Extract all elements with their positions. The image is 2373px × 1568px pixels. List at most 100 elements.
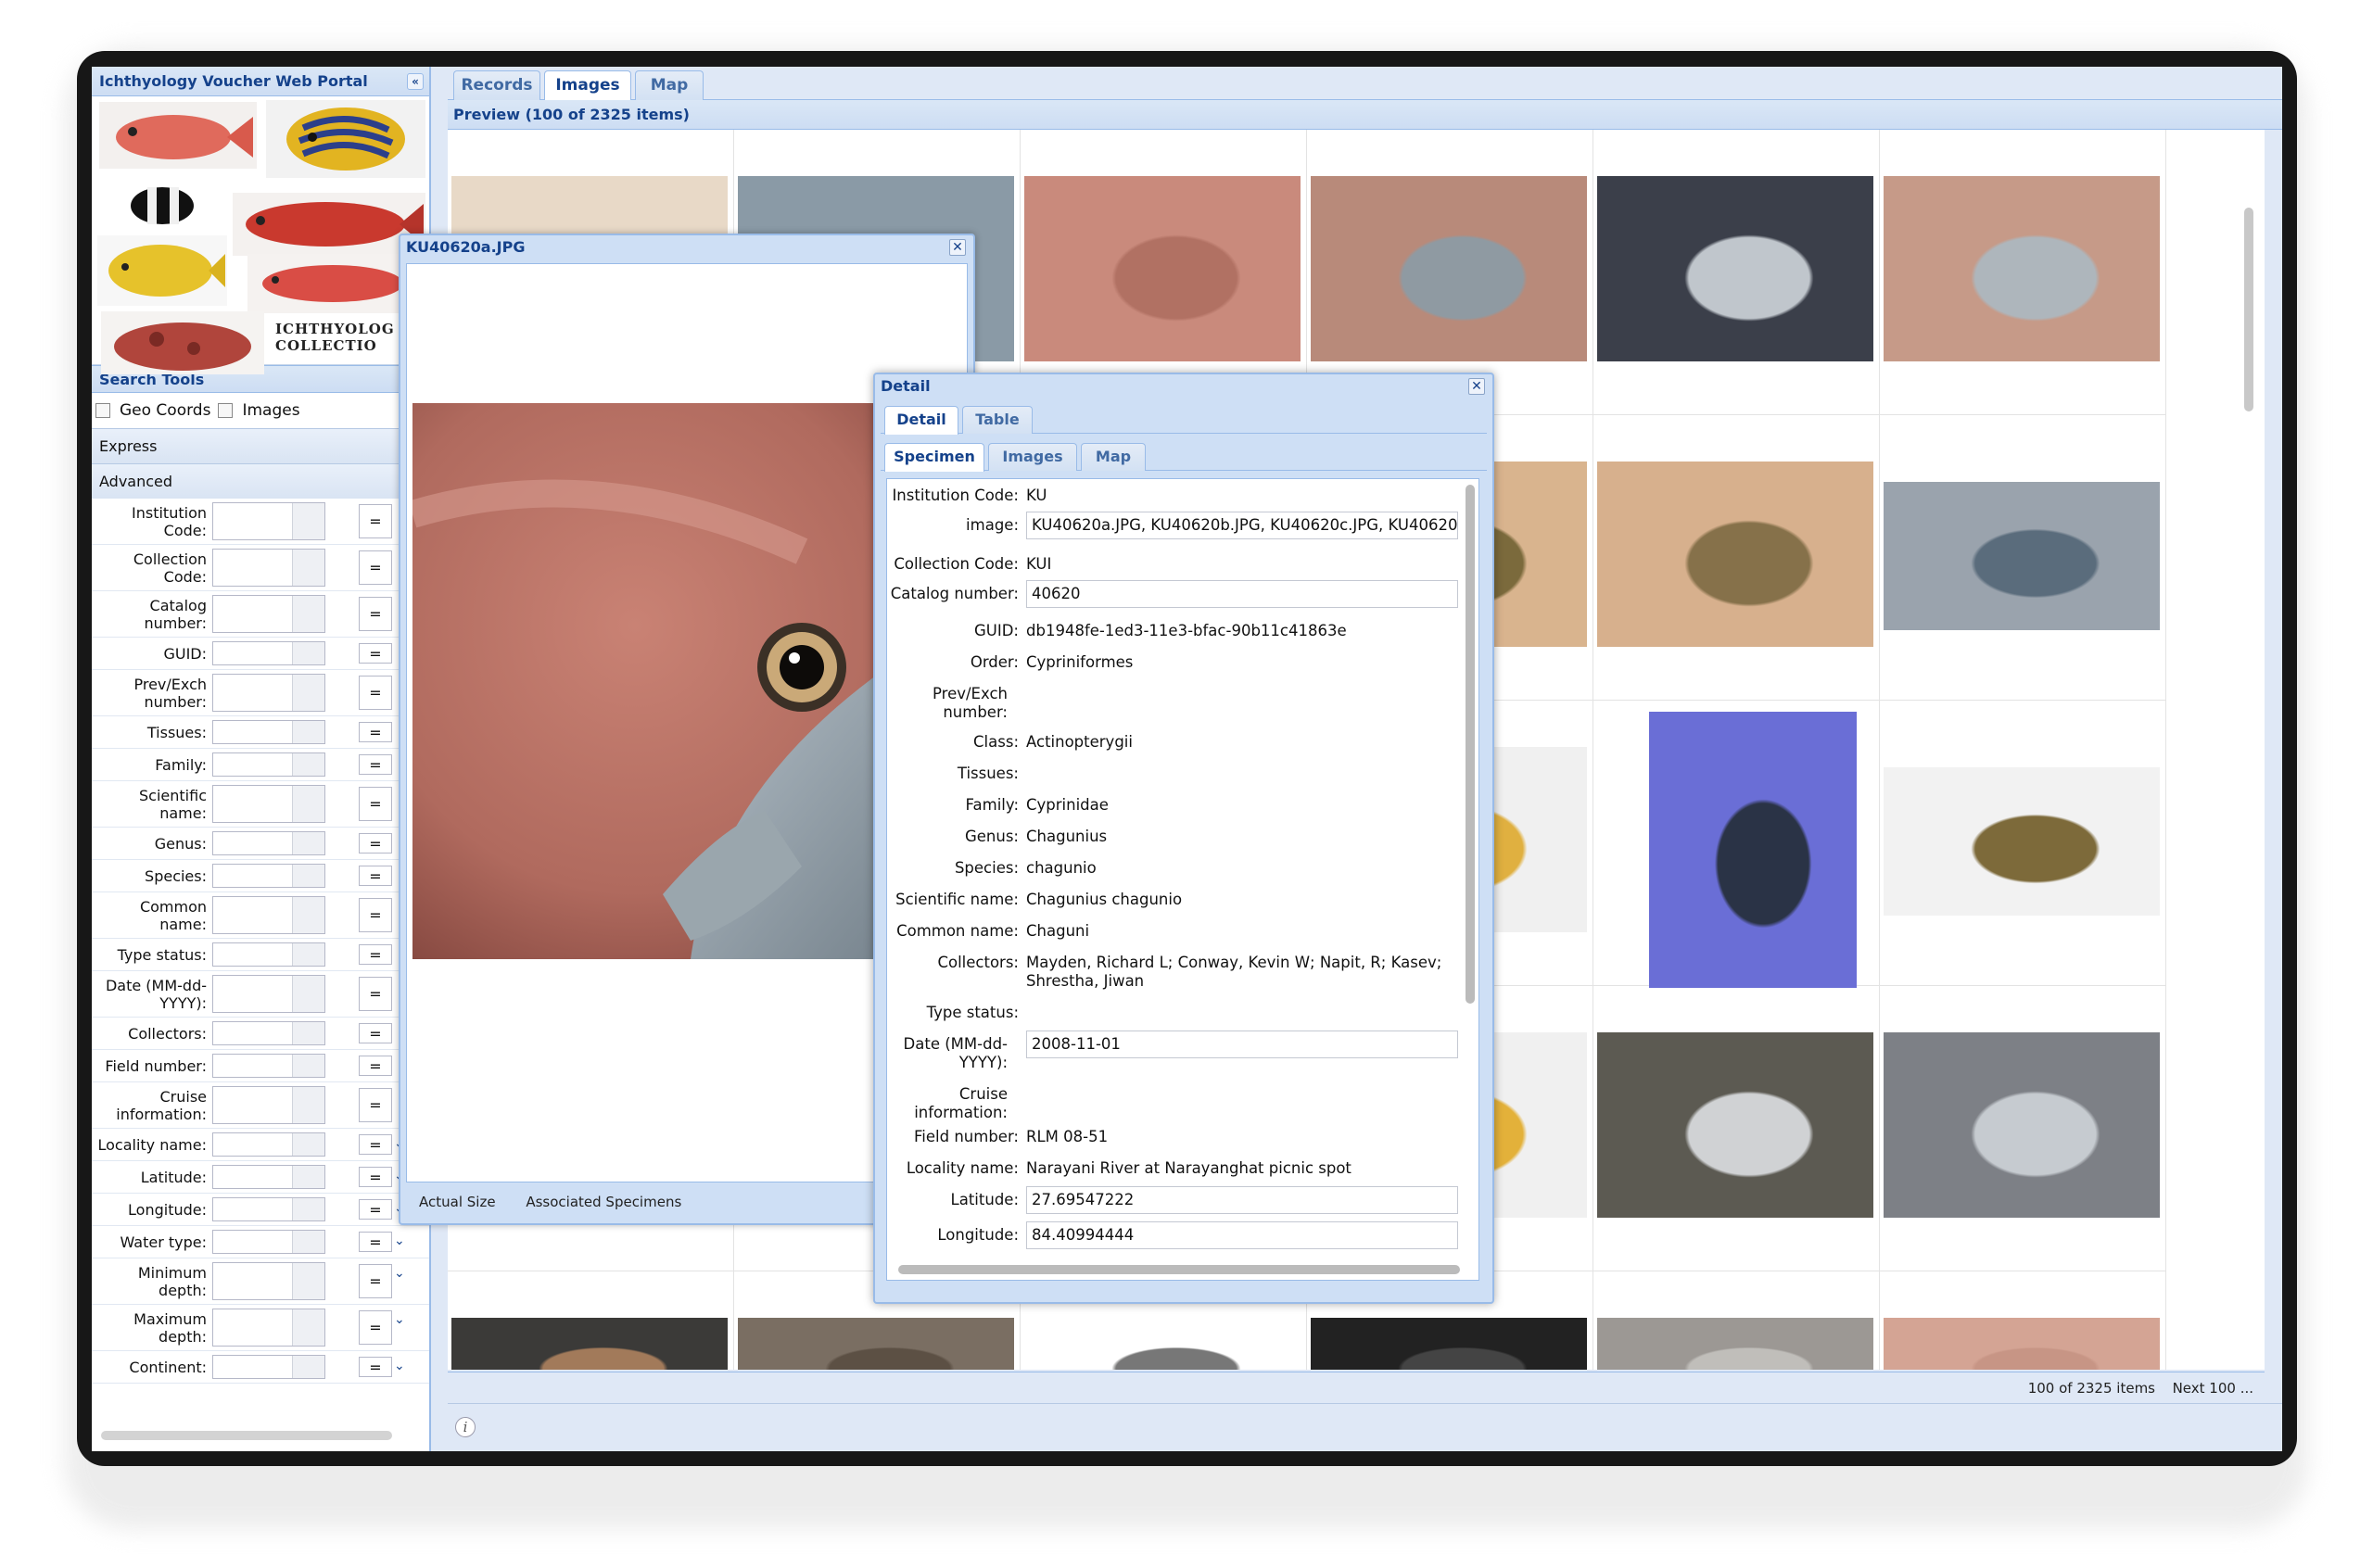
search-field-input[interactable]: [212, 831, 325, 855]
operator-select[interactable]: =: [359, 1023, 392, 1043]
image-thumbnail[interactable]: [1880, 701, 2166, 986]
search-field-input[interactable]: [212, 1086, 325, 1124]
search-field-input[interactable]: [212, 1165, 325, 1189]
image-thumbnail[interactable]: [448, 1271, 734, 1370]
search-field-label: Water type:: [120, 1233, 207, 1251]
actual-size-button[interactable]: Actual Size: [419, 1194, 496, 1210]
detail-value-field[interactable]: 84.40994444: [1026, 1221, 1458, 1249]
search-field-input[interactable]: [212, 674, 325, 712]
search-field-input[interactable]: [212, 942, 325, 967]
tab-map[interactable]: Map: [635, 70, 704, 100]
tab-images[interactable]: Images: [544, 70, 631, 101]
express-section[interactable]: Express: [92, 428, 429, 463]
operator-select[interactable]: =: [359, 722, 392, 742]
horizontal-scrollbar[interactable]: [898, 1265, 1460, 1274]
search-field-input[interactable]: [212, 641, 325, 665]
chevron-down-icon[interactable]: ⌄: [394, 1312, 405, 1327]
close-icon[interactable]: ✕: [1468, 378, 1485, 395]
vertical-scrollbar[interactable]: [2244, 208, 2253, 411]
search-field-input[interactable]: [212, 1230, 325, 1254]
advanced-section[interactable]: Advanced: [92, 463, 429, 499]
image-thumbnail[interactable]: [1593, 130, 1880, 415]
chevron-down-icon[interactable]: ⌄: [394, 1359, 405, 1373]
image-thumbnail[interactable]: [1880, 1271, 2166, 1370]
search-field-input[interactable]: [212, 785, 325, 823]
operator-select[interactable]: =: [359, 504, 392, 538]
operator-select[interactable]: =: [359, 1134, 392, 1155]
search-field-input[interactable]: [212, 896, 325, 934]
search-field-input[interactable]: [212, 1197, 325, 1221]
operator-select[interactable]: =: [359, 676, 392, 710]
detail-label: Collectors:: [937, 954, 1019, 971]
geo-coords-checkbox[interactable]: [95, 403, 110, 418]
tab-map[interactable]: Map: [1081, 443, 1146, 471]
operator-select[interactable]: =: [359, 866, 392, 886]
search-field-input[interactable]: [212, 1309, 325, 1347]
operator-select[interactable]: =: [359, 898, 392, 932]
operator-select[interactable]: =: [359, 754, 392, 775]
operator-select[interactable]: =: [359, 787, 392, 821]
image-thumbnail[interactable]: [1880, 415, 2166, 701]
search-field-input[interactable]: [212, 1262, 325, 1300]
detail-window-titlebar[interactable]: Detail ✕: [875, 374, 1492, 400]
search-field-input[interactable]: [212, 864, 325, 888]
horizontal-scrollbar[interactable]: [101, 1431, 392, 1440]
tab-records[interactable]: Records: [453, 70, 540, 100]
operator-select[interactable]: =: [359, 643, 392, 664]
operator-select[interactable]: =: [359, 1088, 392, 1122]
detail-label: Longitude:: [937, 1226, 1019, 1244]
tab-detail[interactable]: Detail: [884, 406, 958, 435]
status-bar: i: [448, 1403, 2282, 1451]
detail-value-field[interactable]: 40620: [1026, 580, 1458, 608]
specimen-photo: [1884, 1318, 2160, 1370]
operator-select[interactable]: =: [359, 550, 392, 585]
operator-select[interactable]: =: [359, 944, 392, 965]
collapse-icon[interactable]: «: [407, 73, 424, 90]
chevron-down-icon[interactable]: ⌄: [394, 1266, 405, 1281]
next-page-link[interactable]: Next 100 ...: [2173, 1372, 2253, 1404]
image-thumbnail[interactable]: [1593, 701, 1880, 988]
image-thumbnail[interactable]: [1593, 415, 1880, 701]
operator-select[interactable]: =: [359, 833, 392, 854]
operator-select[interactable]: =: [359, 1310, 392, 1345]
tab-table[interactable]: Table: [962, 406, 1033, 434]
operator-select[interactable]: =: [359, 1167, 392, 1187]
fish-image: [99, 102, 257, 169]
fish-image: [266, 100, 425, 178]
search-field-input[interactable]: [212, 720, 325, 744]
detail-value-field[interactable]: 27.69547222: [1026, 1186, 1458, 1214]
search-field-input[interactable]: [212, 975, 325, 1013]
search-field-input[interactable]: [212, 1355, 325, 1379]
search-field-input[interactable]: [212, 595, 325, 633]
image-thumbnail[interactable]: [1593, 1271, 1880, 1370]
vertical-scrollbar[interactable]: [1466, 485, 1475, 1004]
search-field-input[interactable]: [212, 752, 325, 777]
info-icon[interactable]: i: [455, 1417, 476, 1437]
operator-select[interactable]: =: [359, 1056, 392, 1076]
tab-images[interactable]: Images: [988, 443, 1077, 471]
image-thumbnail[interactable]: [1880, 986, 2166, 1271]
operator-select[interactable]: =: [359, 1232, 392, 1252]
close-icon[interactable]: ✕: [949, 239, 966, 256]
detail-value-field[interactable]: KU40620a.JPG, KU40620b.JPG, KU40620c.JPG…: [1026, 512, 1458, 539]
search-field-input[interactable]: [212, 1132, 325, 1157]
tab-specimen[interactable]: Specimen: [884, 443, 984, 472]
image-thumbnail[interactable]: [1593, 986, 1880, 1271]
chevron-down-icon[interactable]: ⌄: [394, 1233, 405, 1248]
operator-select[interactable]: =: [359, 977, 392, 1011]
operator-select[interactable]: =: [359, 1199, 392, 1220]
operator-select[interactable]: =: [359, 1264, 392, 1298]
search-field-input[interactable]: [212, 549, 325, 587]
associated-specimens-button[interactable]: Associated Specimens: [526, 1194, 681, 1210]
image-window-titlebar[interactable]: KU40620a.JPG ✕: [400, 235, 973, 261]
operator-select[interactable]: =: [359, 597, 392, 631]
search-field-label: Cruise information:: [116, 1087, 207, 1123]
search-field-input[interactable]: [212, 1054, 325, 1078]
search-field-input[interactable]: [212, 1021, 325, 1045]
image-thumbnail[interactable]: [1880, 130, 2166, 415]
search-field-label: Continent:: [129, 1358, 207, 1376]
search-field-input[interactable]: [212, 502, 325, 540]
detail-value-field[interactable]: 2008-11-01: [1026, 1031, 1458, 1058]
images-checkbox[interactable]: [218, 403, 234, 418]
operator-select[interactable]: =: [359, 1357, 392, 1377]
